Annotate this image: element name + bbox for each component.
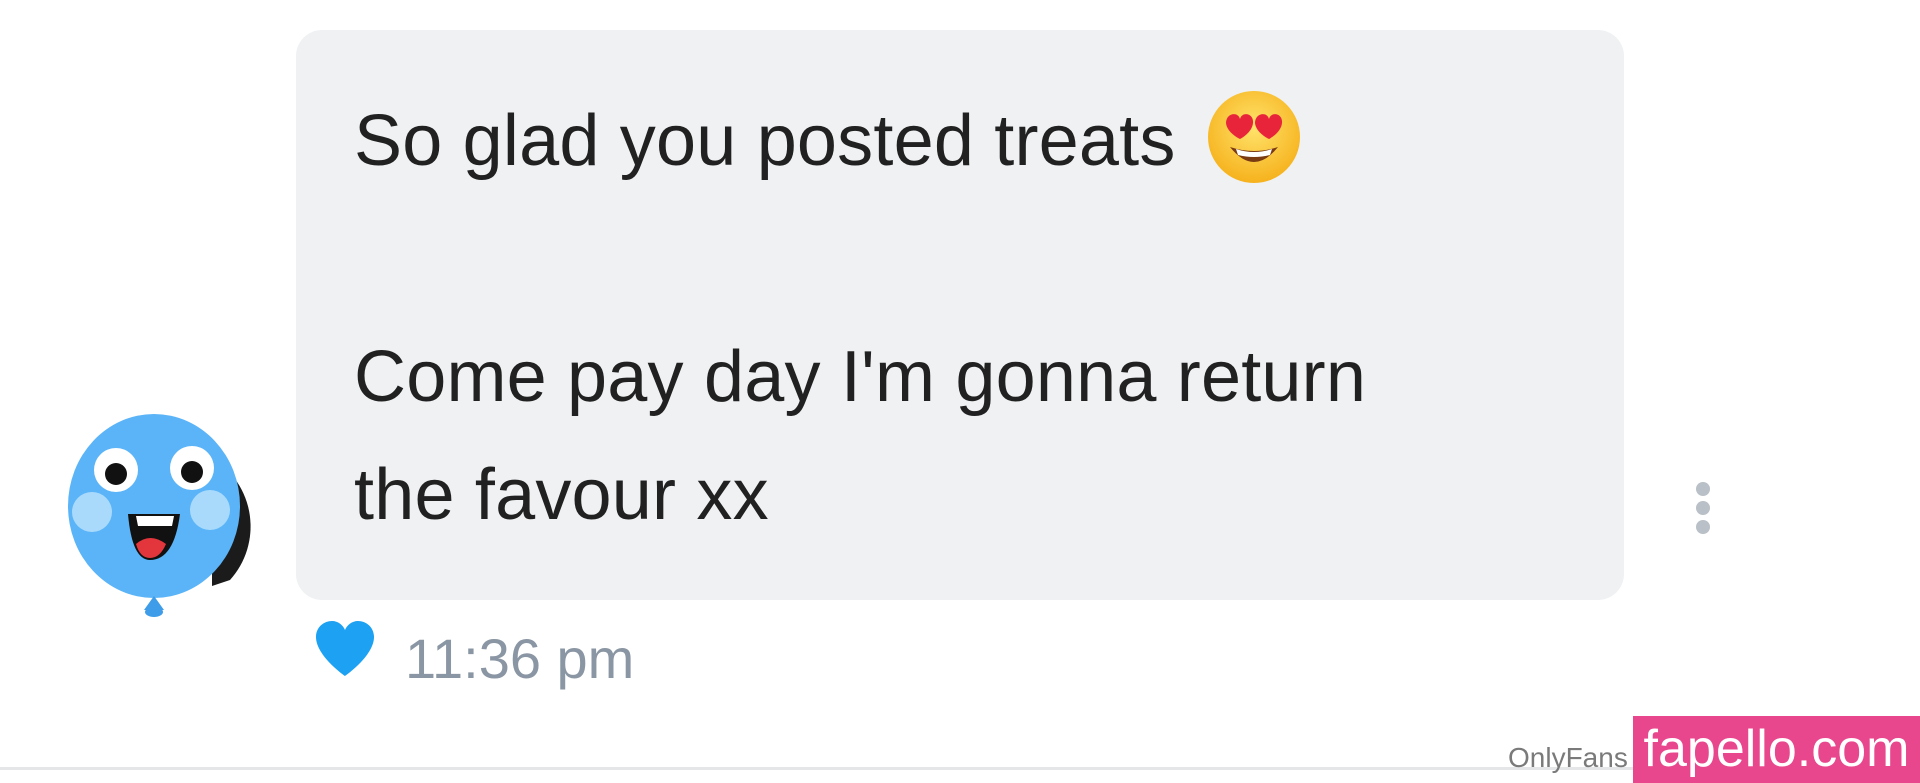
message-line-2: Come pay day I'm gonna return — [354, 337, 1367, 417]
balloon-avatar-icon — [68, 414, 251, 617]
smiling-face-with-heart-eyes-icon — [1207, 90, 1300, 183]
message-bubble[interactable]: So glad you posted treats Come pay day I… — [296, 30, 1624, 600]
like-heart-icon[interactable] — [314, 620, 376, 678]
watermark: fapello.com — [1633, 716, 1920, 783]
platform-label: OnlyFans — [1508, 742, 1628, 773]
chat-view: So glad you posted treats Come pay day I… — [0, 0, 1920, 783]
divider — [0, 767, 1920, 770]
heart-icon — [316, 621, 374, 676]
kebab-dot — [1696, 482, 1710, 496]
kebab-dot — [1696, 520, 1710, 534]
avatar[interactable] — [62, 410, 262, 630]
more-options-icon[interactable] — [1688, 482, 1718, 542]
kebab-dot — [1696, 501, 1710, 515]
message-text-line-1: So glad you posted treats — [354, 101, 1176, 181]
message-line-1: So glad you posted treats — [354, 82, 1566, 200]
message-timestamp: 11:36 pm — [405, 627, 635, 690]
message-line-3: the favour xx — [354, 455, 769, 535]
